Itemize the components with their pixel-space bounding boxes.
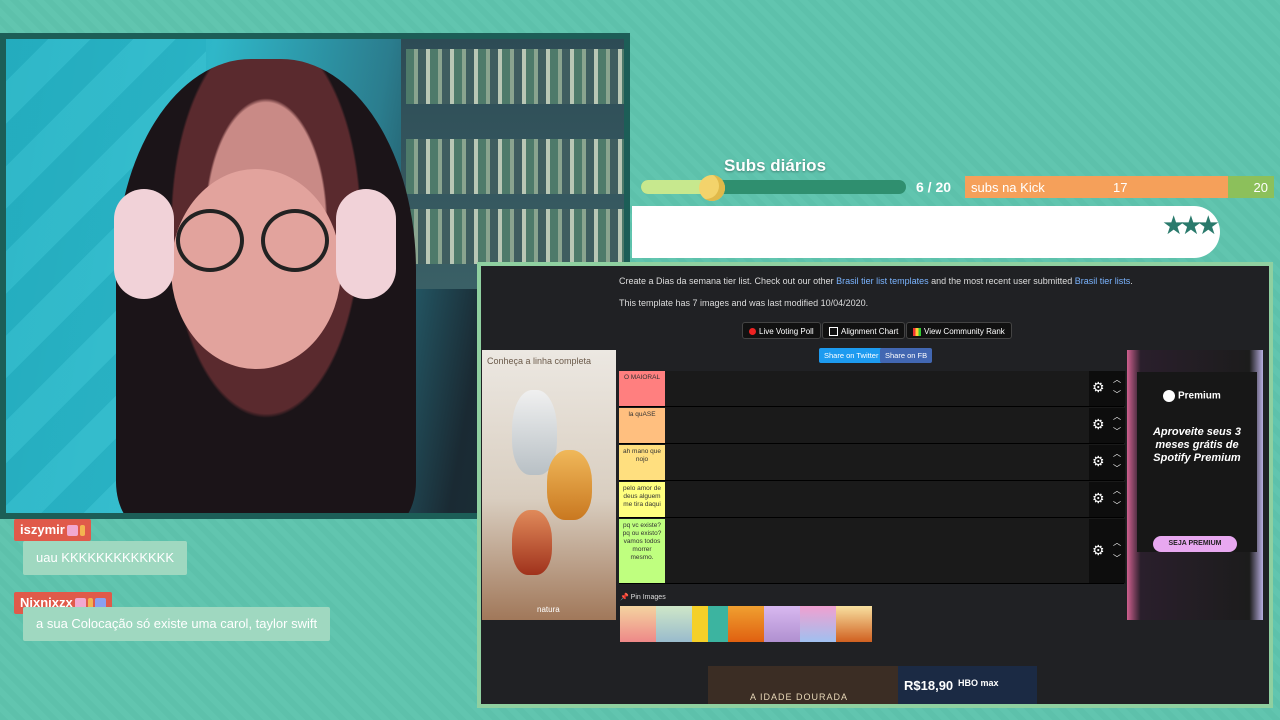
tier-controls: ⚙ ︿ ﹀ bbox=[1089, 519, 1125, 583]
perfume-bottle bbox=[512, 510, 552, 575]
gear-icon[interactable]: ⚙ bbox=[1092, 454, 1105, 468]
chevron-down-icon[interactable]: ﹀ bbox=[1113, 428, 1121, 436]
spotify-ad[interactable]: Premium Aproveite seus 3 meses grátis de… bbox=[1127, 350, 1263, 620]
banner-price-box: R$18,90 HBO max bbox=[898, 666, 1037, 704]
chevron-down-icon[interactable]: ﹀ bbox=[1113, 391, 1121, 399]
tier-label[interactable]: la quASE bbox=[619, 408, 665, 443]
spotify-icon bbox=[1163, 390, 1175, 402]
subs-goal-title: Subs diários bbox=[724, 156, 827, 175]
books-row bbox=[406, 49, 624, 104]
rank-icon bbox=[913, 327, 921, 336]
kick-goal-target: 20 bbox=[1253, 180, 1268, 195]
kick-goal-label: subs na Kick bbox=[971, 180, 1045, 195]
gear-icon[interactable]: ⚙ bbox=[1092, 543, 1105, 557]
spotify-headline: Aproveite seus 3 meses grátis de Spotify… bbox=[1152, 426, 1242, 464]
tier-row: pq vc existe?pq ou existo? vamos todos m… bbox=[619, 519, 1125, 584]
kick-goal-remaining: 20 bbox=[1227, 176, 1274, 198]
tier-label[interactable]: pq vc existe?pq ou existo? vamos todos m… bbox=[619, 519, 665, 583]
subs-progress-track bbox=[641, 180, 906, 194]
chevron-up-icon[interactable]: ︿ bbox=[1113, 539, 1121, 547]
tier-controls: ⚙ ︿ ﹀ bbox=[1089, 445, 1125, 480]
record-icon bbox=[749, 328, 756, 336]
share-twitter-button[interactable]: Share on Twitter bbox=[819, 348, 884, 363]
hbo-banner-ad[interactable]: A IDADE DOURADA R$18,90 HBO max bbox=[708, 666, 1037, 704]
pin-icon: 📌 bbox=[620, 594, 629, 601]
ad-text: Conheça a linha completa bbox=[487, 356, 592, 366]
banner-price: R$18,90 bbox=[904, 678, 954, 693]
spotify-brand: Premium bbox=[1163, 390, 1221, 402]
chevron-up-icon[interactable]: ︿ bbox=[1113, 413, 1121, 421]
brasil-templates-link[interactable]: Brasil tier list templates bbox=[836, 276, 929, 286]
chat-message: uau KKKKKKKKKKKKK bbox=[23, 541, 188, 575]
perfume-ad[interactable]: Conheça a linha completa natura bbox=[482, 350, 616, 620]
tier-image[interactable] bbox=[800, 606, 836, 642]
spotify-ad-card: Premium Aproveite seus 3 meses grátis de… bbox=[1137, 372, 1257, 552]
stars-icon: ★★★ bbox=[1162, 210, 1220, 240]
books-row bbox=[406, 139, 624, 194]
alignment-chart-button[interactable]: Alignment Chart bbox=[822, 322, 906, 339]
perfume-bottle bbox=[547, 450, 592, 520]
view-community-rank-button[interactable]: View Community Rank bbox=[906, 322, 1012, 339]
tier-image[interactable] bbox=[728, 606, 764, 642]
kick-goal-bar: subs na Kick 17 20 bbox=[965, 176, 1274, 198]
headset-right bbox=[336, 189, 396, 299]
glasses-left bbox=[176, 209, 244, 272]
banner-brand: HBO max bbox=[958, 678, 999, 688]
tier-image[interactable] bbox=[708, 606, 728, 642]
tier-row: la quASE ⚙ ︿ ﹀ bbox=[619, 408, 1125, 444]
chat-message: a sua Colocação só existe uma carol, tay… bbox=[23, 607, 331, 641]
gear-icon[interactable]: ⚙ bbox=[1092, 491, 1105, 505]
pin-images-label: 📌 Pin Images bbox=[620, 594, 666, 601]
tier-label[interactable]: pelo amor de deus alguem me tira daqui bbox=[619, 482, 665, 517]
gift-badge-icon bbox=[79, 525, 85, 537]
live-voting-poll-button[interactable]: Live Voting Poll bbox=[742, 322, 821, 339]
headset-left bbox=[114, 189, 174, 299]
ad-brand: natura bbox=[537, 605, 560, 614]
grid-icon bbox=[829, 327, 838, 337]
subs-count: 6 / 20 bbox=[916, 179, 952, 195]
chevron-up-icon[interactable]: ︿ bbox=[1113, 376, 1121, 384]
tier-label[interactable]: ah mano que nojo bbox=[619, 445, 665, 480]
tier-image[interactable] bbox=[764, 606, 800, 642]
sub-badge-icon bbox=[66, 525, 78, 537]
moon-icon bbox=[699, 175, 725, 201]
books-row bbox=[406, 209, 624, 264]
chevron-up-icon[interactable]: ︿ bbox=[1113, 487, 1121, 495]
tier-controls: ⚙ ︿ ﹀ bbox=[1089, 371, 1125, 406]
tier-image[interactable] bbox=[836, 606, 872, 642]
spotify-cta-button[interactable]: SEJA PREMIUM bbox=[1153, 536, 1237, 552]
tier-label[interactable]: O MAIORAL bbox=[619, 371, 665, 406]
tier-row: ah mano que nojo ⚙ ︿ ﹀ bbox=[619, 445, 1125, 481]
tier-image[interactable] bbox=[656, 606, 692, 642]
tier-row: O MAIORAL ⚙ ︿ ﹀ bbox=[619, 371, 1125, 407]
gear-icon[interactable]: ⚙ bbox=[1092, 380, 1105, 394]
template-info: This template has 7 images and was last … bbox=[619, 298, 869, 308]
tier-image[interactable] bbox=[692, 606, 708, 642]
tier-controls: ⚙ ︿ ﹀ bbox=[1089, 482, 1125, 517]
overlay-info-bar bbox=[632, 206, 1220, 258]
gear-icon[interactable]: ⚙ bbox=[1092, 417, 1105, 431]
chevron-up-icon[interactable]: ︿ bbox=[1113, 450, 1121, 458]
chevron-down-icon[interactable]: ﹀ bbox=[1113, 502, 1121, 510]
brasil-tierlists-link[interactable]: Brasil tier lists bbox=[1075, 276, 1131, 286]
chevron-down-icon[interactable]: ﹀ bbox=[1113, 555, 1121, 563]
glasses-right bbox=[261, 209, 329, 272]
banner-title: A IDADE DOURADA bbox=[750, 692, 849, 702]
kick-goal-value: 17 bbox=[1113, 180, 1128, 195]
tier-image[interactable] bbox=[620, 606, 656, 642]
chat-username: iszymir bbox=[14, 519, 91, 541]
chevron-down-icon[interactable]: ﹀ bbox=[1113, 465, 1121, 473]
share-fb-button[interactable]: Share on FB bbox=[880, 348, 933, 363]
intro-text: Create a Dias da semana tier list. Check… bbox=[619, 276, 1133, 286]
tier-controls: ⚙ ︿ ﹀ bbox=[1089, 408, 1125, 443]
tier-row: pelo amor de deus alguem me tira daqui ⚙… bbox=[619, 482, 1125, 518]
